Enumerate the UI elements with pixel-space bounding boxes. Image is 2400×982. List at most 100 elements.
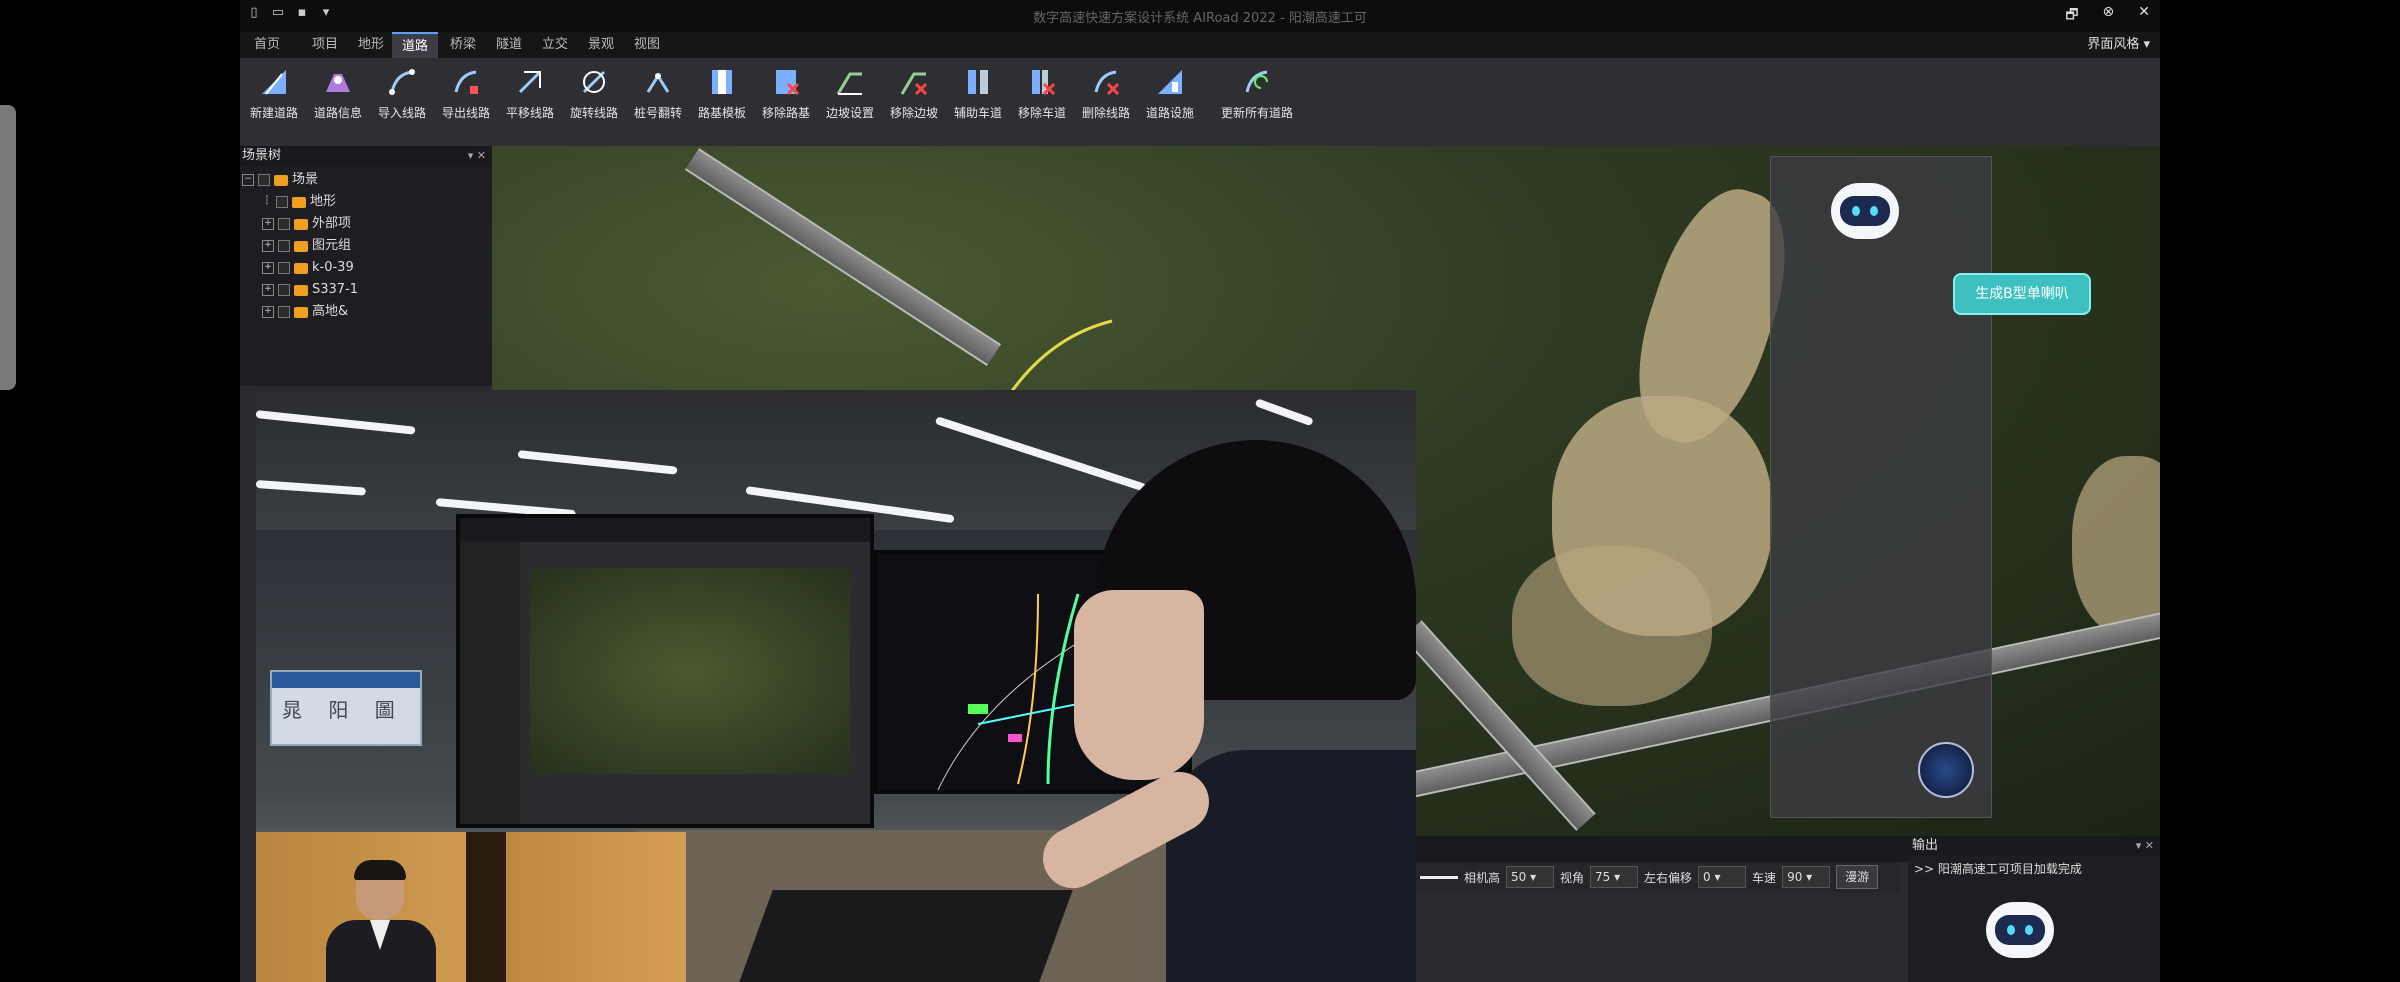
auxiliary-lane-icon bbox=[968, 70, 988, 94]
remove-slope-button[interactable]: 移除边坡 bbox=[882, 66, 946, 121]
camera-settings-bar: 相机高 50 ▾ 视角 75 ▾ 左右偏移 0 ▾ 车速 90 ▾ 漫游 bbox=[1416, 862, 1900, 892]
remove-lane-button[interactable]: 移除车道 bbox=[1010, 66, 1074, 121]
move-route-icon bbox=[518, 70, 542, 94]
operator bbox=[1016, 440, 1416, 982]
road-facilities-button[interactable]: 道路设施 bbox=[1138, 66, 1202, 121]
ribbon-toolbar: 新建道路 道路信息 导入线路 导出线路 平移线路 旋转线路 桩号翻转 路基模板 bbox=[240, 58, 2160, 147]
monitor-left bbox=[456, 514, 874, 828]
checkbox[interactable] bbox=[276, 196, 288, 208]
slider-track[interactable] bbox=[1420, 875, 1458, 879]
expand-icon[interactable]: + bbox=[262, 262, 274, 274]
folder-icon bbox=[294, 284, 308, 296]
tree-node-highland[interactable]: + 高地& bbox=[262, 302, 348, 322]
tree-node-terrain[interactable]: ┆ 地形 bbox=[262, 192, 336, 212]
import-route-icon bbox=[389, 69, 415, 95]
rotate-route-button[interactable]: 旋转线路 bbox=[562, 66, 626, 121]
folder-icon bbox=[294, 262, 308, 274]
new-road-button[interactable]: 新建道路 bbox=[242, 66, 306, 121]
menu-tunnel[interactable]: 隧道 bbox=[486, 32, 532, 58]
folder-icon bbox=[294, 306, 308, 318]
lr-offset-select[interactable]: 0 ▾ bbox=[1698, 866, 1747, 888]
menu-bridge[interactable]: 桥梁 bbox=[440, 32, 486, 58]
scene-tree-header: 场景树 ▾ ✕ bbox=[240, 146, 492, 166]
view-angle-select[interactable]: 75 ▾ bbox=[1590, 866, 1639, 888]
menu-project[interactable]: 项目 bbox=[302, 32, 348, 58]
checkbox[interactable] bbox=[278, 262, 290, 274]
camera-height-select[interactable]: 50 ▾ bbox=[1506, 866, 1555, 888]
menu-bar: 首页 项目 地形 道路 桥梁 隧道 立交 景观 视图 界面风格 ▾ bbox=[240, 32, 2160, 60]
robot-avatar-icon[interactable] bbox=[1986, 902, 2054, 958]
panel-close-icon[interactable]: ▾ ✕ bbox=[2136, 836, 2160, 856]
flip-station-icon bbox=[646, 73, 670, 93]
export-route-icon bbox=[454, 70, 478, 94]
output-message: >> 阳潮高速工可项目加载完成 bbox=[1914, 862, 2082, 876]
lr-offset-label: 左右偏移 bbox=[1644, 870, 1693, 885]
panel-close-icon[interactable]: ▾ ✕ bbox=[468, 146, 492, 166]
checkbox[interactable] bbox=[278, 240, 290, 252]
tree-node-external[interactable]: + 外部项 bbox=[262, 214, 351, 234]
checkbox[interactable] bbox=[278, 218, 290, 230]
voice-orb-icon[interactable] bbox=[1918, 742, 1974, 798]
expand-icon[interactable]: + bbox=[262, 240, 274, 252]
import-route-button[interactable]: 导入线路 bbox=[370, 66, 434, 121]
robot-avatar-icon[interactable] bbox=[1831, 183, 1899, 239]
menu-home[interactable]: 首页 bbox=[244, 32, 290, 58]
folder-icon bbox=[294, 218, 308, 230]
speed-label: 车速 bbox=[1752, 870, 1777, 885]
ai-suggestion-bubble[interactable]: 生成B型单喇叭 bbox=[1953, 273, 2091, 315]
road-facilities-icon bbox=[1158, 70, 1182, 94]
speed-select[interactable]: 90 ▾ bbox=[1782, 866, 1831, 888]
menu-interchange[interactable]: 立交 bbox=[532, 32, 578, 58]
collapse-icon[interactable]: − bbox=[242, 174, 254, 186]
checkbox[interactable] bbox=[278, 306, 290, 318]
output-header: 输出 ▾ ✕ bbox=[1908, 836, 2160, 856]
remove-subgrade-button[interactable]: 移除路基 bbox=[754, 66, 818, 121]
folder-icon bbox=[274, 174, 288, 186]
expand-icon[interactable]: + bbox=[262, 306, 274, 318]
window-title: 数字高速快速方案设计系统 AIRoad 2022 - 阳潮高速工可 bbox=[1033, 11, 1367, 26]
menu-landscape[interactable]: 景观 bbox=[578, 32, 624, 58]
tree-node-group[interactable]: + 图元组 bbox=[262, 236, 351, 256]
tree-node-root[interactable]: − 场景 bbox=[242, 170, 318, 190]
expand-icon[interactable]: + bbox=[262, 218, 274, 230]
speaker-video-inset bbox=[256, 832, 686, 982]
slope-settings-button[interactable]: 边坡设置 bbox=[818, 66, 882, 121]
move-route-button[interactable]: 平移线路 bbox=[498, 66, 562, 121]
road-info-button[interactable]: 道路信息 bbox=[306, 66, 370, 121]
update-all-roads-button[interactable]: 更新所有道路 bbox=[1214, 66, 1300, 121]
road-info-icon bbox=[326, 74, 350, 92]
checkbox[interactable] bbox=[258, 174, 270, 186]
remove-slope-icon bbox=[900, 72, 928, 96]
airoad-app-window: ▯ ▭ ▪ ▾ 数字高速快速方案设计系统 AIRoad 2022 - 阳潮高速工… bbox=[240, 0, 2160, 982]
ai-assistant-panel: 上 生成B型单喇叭 bbox=[1770, 156, 2091, 818]
menu-terrain[interactable]: 地形 bbox=[348, 32, 394, 58]
window-controls: 🗗 ⊗ ✕ bbox=[2065, 4, 2150, 28]
browse-button[interactable]: 漫游 bbox=[1836, 865, 1879, 889]
export-route-button[interactable]: 导出线路 bbox=[434, 66, 498, 121]
menu-view[interactable]: 视图 bbox=[624, 32, 670, 58]
output-panel: 输出 ▾ ✕ >> 阳潮高速工可项目加载完成 bbox=[1908, 836, 2160, 982]
expand-icon[interactable]: + bbox=[262, 284, 274, 296]
tree-line-icon: ┆ bbox=[264, 196, 270, 206]
delete-route-button[interactable]: 删除线路 bbox=[1074, 66, 1138, 121]
rotate-route-icon bbox=[582, 70, 606, 94]
checkbox[interactable] bbox=[278, 284, 290, 296]
title-bar: ▯ ▭ ▪ ▾ 数字高速快速方案设计系统 AIRoad 2022 - 阳潮高速工… bbox=[240, 0, 2160, 32]
restore-button[interactable]: 🗗 bbox=[2065, 4, 2078, 28]
menu-road[interactable]: 道路 bbox=[392, 32, 439, 60]
help-button[interactable]: ⊗ bbox=[2103, 4, 2115, 28]
theme-selector[interactable]: 界面风格 ▾ bbox=[2087, 32, 2150, 58]
view-angle-label: 视角 bbox=[1560, 870, 1585, 885]
flip-station-button[interactable]: 桩号翻转 bbox=[626, 66, 690, 121]
tree-node-s337[interactable]: + S337-1 bbox=[262, 280, 358, 300]
subgrade-template-icon bbox=[712, 70, 732, 94]
folder-icon bbox=[294, 240, 308, 252]
scene-tree-title: 场景树 bbox=[242, 148, 282, 163]
subgrade-template-button[interactable]: 路基模板 bbox=[690, 66, 754, 121]
close-button[interactable]: ✕ bbox=[2138, 4, 2150, 28]
auxiliary-lane-button[interactable]: 辅助车道 bbox=[946, 66, 1010, 121]
delete-route-icon bbox=[1094, 70, 1120, 96]
remove-subgrade-icon bbox=[776, 70, 800, 96]
tree-node-k039[interactable]: + k-0-39 bbox=[262, 258, 354, 278]
new-road-icon bbox=[262, 70, 286, 95]
